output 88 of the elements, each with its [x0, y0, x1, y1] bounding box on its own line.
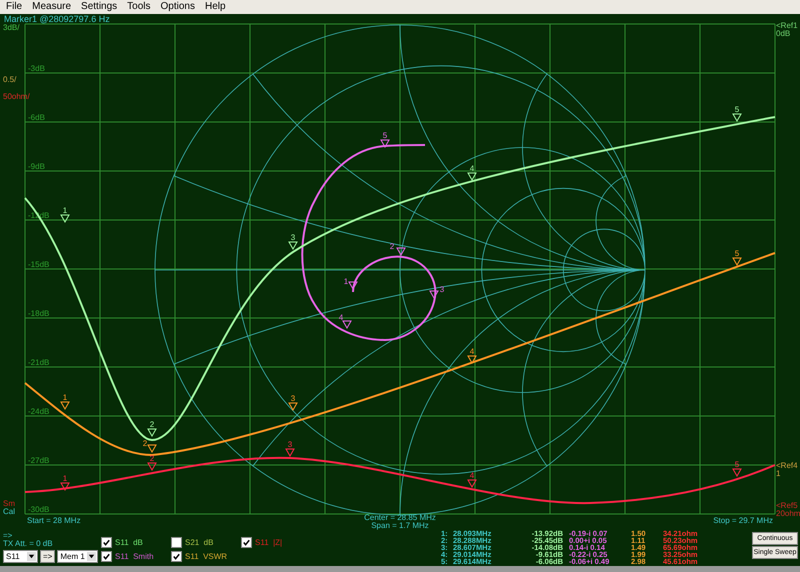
memory-select[interactable]: Mem 1 — [57, 550, 98, 563]
marker-icon — [342, 320, 352, 329]
marker-number: 4 — [470, 347, 474, 356]
marker-number: 1 — [62, 474, 68, 483]
sweep-center: Center = 28.85 MHz — [364, 513, 436, 522]
marker-number: 2 — [150, 454, 154, 463]
marker-number: 5 — [734, 249, 740, 258]
tx-attenuation: TX Att. = 0 dB — [3, 540, 54, 548]
marker-icon — [467, 480, 477, 488]
checkbox[interactable] — [171, 550, 182, 562]
reference-marker: <Ref4 — [776, 461, 798, 470]
marker-number: 4 — [338, 313, 344, 322]
marker-number: 1 — [62, 206, 68, 215]
marker-number: 3 — [290, 233, 296, 242]
axis-tick-label: -3dB — [28, 64, 45, 73]
caret-icon — [27, 552, 36, 561]
marker-icon — [288, 242, 298, 250]
menu-item[interactable]: Measure — [32, 0, 72, 14]
checkbox-label: S11 |Z| — [255, 538, 282, 546]
sweep-start: Start = 28 MHz — [27, 516, 81, 525]
menu-item[interactable]: Tools — [127, 0, 151, 14]
axis-tick-label: -30dB — [28, 505, 50, 514]
marker-number: 4 — [470, 471, 474, 480]
checkbox-label: S11 dB — [115, 538, 143, 546]
marker-number: 5 — [734, 460, 740, 469]
status-label: Cal — [3, 507, 16, 516]
menu-item[interactable]: Help — [205, 0, 226, 14]
axis-tick-label: -24dB — [28, 407, 50, 416]
marker-number: 5 — [734, 105, 740, 114]
marker-readout: Marker1 @28092797.6 Hz — [4, 14, 110, 24]
caret-icon — [87, 552, 96, 561]
marker-icon — [60, 402, 70, 410]
marker-icon — [732, 258, 742, 266]
marker-icon — [147, 428, 157, 437]
marker-icon — [147, 444, 157, 453]
reference-marker: <Ref5 — [776, 501, 798, 510]
marker-number: 3 — [290, 394, 296, 403]
reference-marker: <Ref1 — [776, 21, 798, 30]
marker-icon — [732, 468, 742, 477]
scale-label: 50ohm/ — [3, 92, 30, 101]
checkbox-label: S11 Smith — [115, 552, 154, 560]
checkbox-label: S11 VSWR — [185, 552, 228, 560]
marker-icon — [348, 282, 358, 290]
marker-number: 3 — [440, 285, 444, 294]
marker-icon — [285, 448, 295, 457]
marker-number: 4 — [470, 164, 474, 173]
menu-item[interactable]: Options — [160, 0, 195, 14]
reference-value: 1 — [776, 469, 780, 478]
checkbox[interactable] — [101, 550, 112, 562]
marker-icon — [288, 402, 298, 411]
menu-item[interactable]: Settings — [81, 0, 118, 14]
marker-icon — [380, 140, 390, 148]
marker-icon — [732, 114, 742, 122]
menu-item[interactable]: File — [6, 0, 22, 14]
status-label: Sm — [3, 499, 15, 508]
scale-label: 3dB/ — [3, 23, 20, 32]
marker-icon — [60, 482, 70, 491]
marker-icon — [396, 248, 406, 256]
axis-tick-label: -6dB — [28, 113, 45, 122]
reference-value: 20ohm — [776, 509, 800, 518]
axis-tick-label: -9dB — [28, 162, 45, 171]
axis-tick-label: -21dB — [28, 358, 50, 367]
checkbox-label: S21 dB — [185, 538, 214, 546]
marker-number: 1 — [62, 393, 68, 402]
marker-icon — [467, 356, 477, 364]
checkbox[interactable] — [101, 536, 112, 548]
marker-number: 1 — [344, 277, 348, 286]
checkbox[interactable] — [171, 536, 182, 548]
marker-number: 2 — [142, 439, 148, 448]
marker-number: 3 — [288, 440, 292, 449]
copy-button[interactable]: => — [40, 550, 56, 563]
marker-number: 2 — [150, 420, 154, 429]
sweep-span: Span = 1.7 MHz — [371, 521, 429, 530]
axis-tick-label: -27dB — [28, 456, 50, 465]
marker-number: 5 — [382, 131, 388, 140]
marker-icon — [429, 290, 439, 299]
arrow-label: => — [3, 532, 14, 540]
parameter-select[interactable]: S11 — [3, 550, 38, 563]
axis-tick-label: -18dB — [28, 309, 50, 318]
checkbox[interactable] — [241, 536, 252, 548]
scale-label: 0.5/ — [3, 75, 16, 84]
marker-number: 2 — [390, 242, 394, 251]
reference-value: 0dB — [776, 29, 790, 38]
marker-icon — [147, 462, 157, 471]
sweep-stop: Stop = 29.7 MHz — [713, 516, 773, 525]
marker-icon — [60, 214, 70, 223]
marker-icon — [467, 172, 477, 181]
axis-tick-label: -15dB — [28, 260, 50, 269]
